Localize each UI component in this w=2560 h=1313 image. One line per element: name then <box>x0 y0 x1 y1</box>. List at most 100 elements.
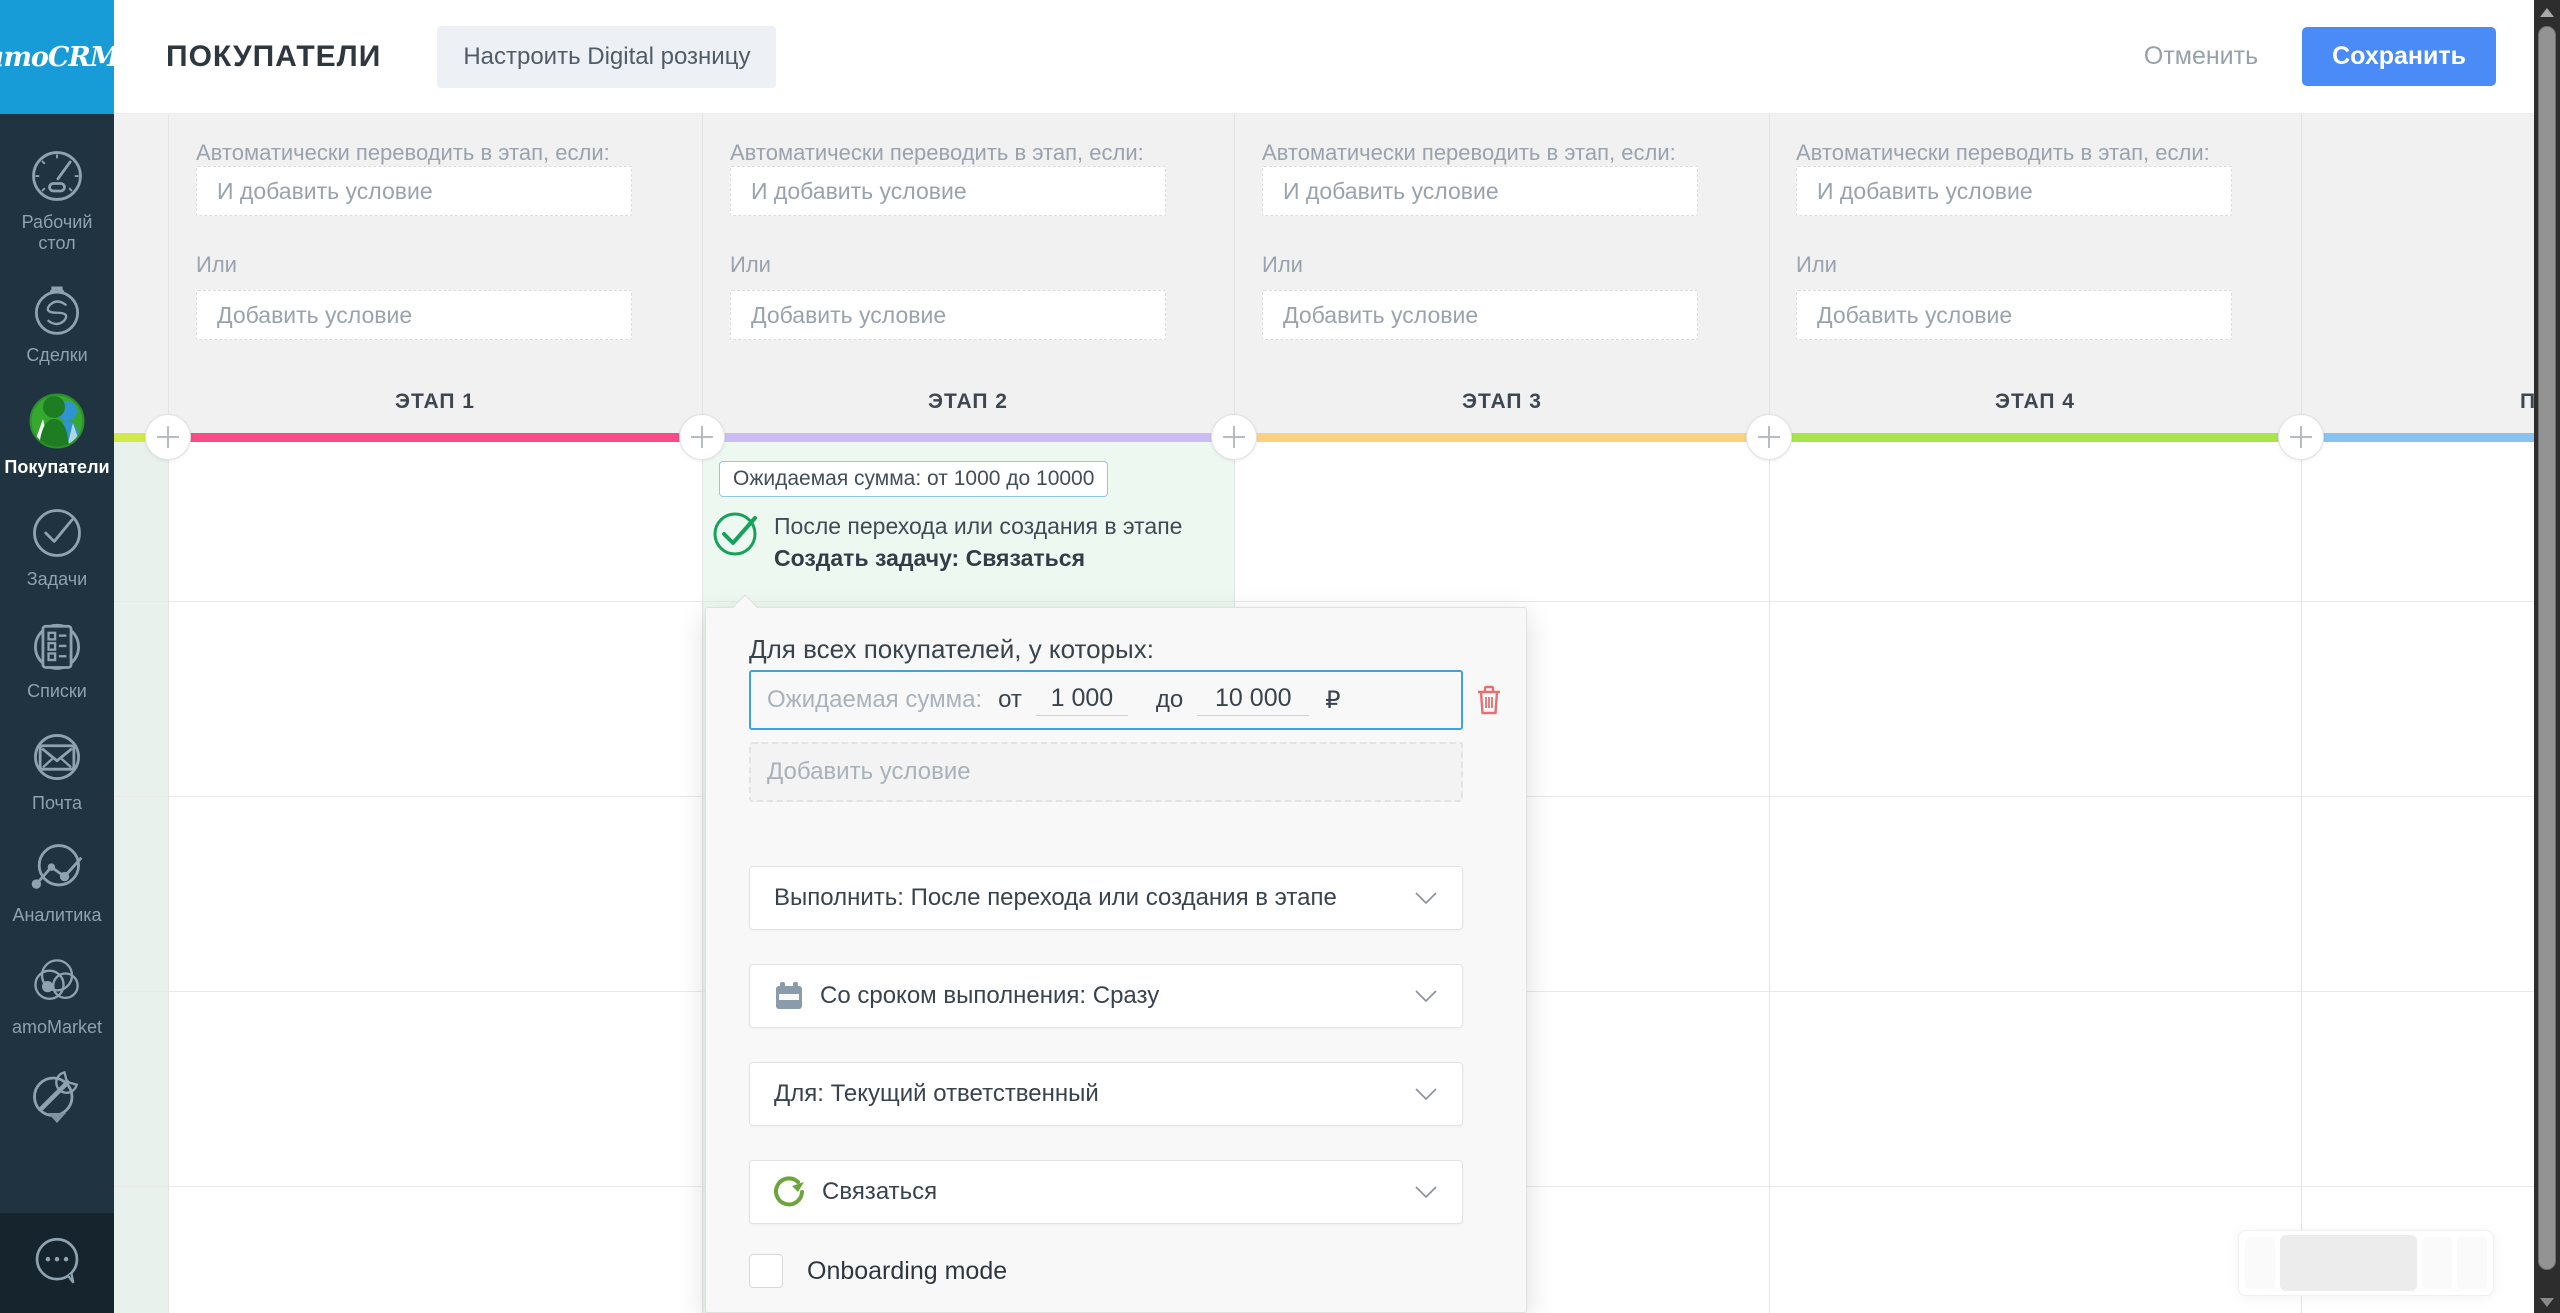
automation-trigger-text[interactable]: После перехода или создания в этапе <box>774 513 1182 540</box>
currency-symbol: ₽ <box>1325 686 1340 715</box>
sidebar-item-customers[interactable]: Покупатели <box>0 389 114 478</box>
task-type-dropdown[interactable]: Связаться <box>749 1160 1463 1224</box>
amocrm-logo-text: amoCRM. <box>0 42 127 73</box>
stage-title-3[interactable]: ЭТАП 3 <box>1462 390 1542 414</box>
sidebar-item-deals[interactable]: Сделки <box>0 277 114 366</box>
assignee-value: Для: Текущий ответственный <box>774 1080 1099 1108</box>
sidebar-item-settings[interactable] <box>0 1061 114 1123</box>
chevron-down-icon <box>1414 1178 1438 1206</box>
amocrm-logo[interactable]: amoCRM. <box>0 0 114 114</box>
scrollbar-thumb[interactable] <box>2538 26 2556 1270</box>
and-condition-input[interactable]: И добавить условие <box>1796 166 2232 216</box>
onboarding-mode-label: Onboarding mode <box>807 1257 1007 1286</box>
save-button[interactable]: Сохранить <box>2302 27 2496 86</box>
onboarding-mode-checkbox[interactable] <box>749 1254 783 1288</box>
task-type-value: Связаться <box>822 1178 937 1206</box>
or-condition-input[interactable]: Добавить условие <box>1796 290 2232 340</box>
stage-title-4[interactable]: ЭТАП 4 <box>1995 390 2075 414</box>
add-condition-button[interactable]: Добавить условие <box>749 742 1463 802</box>
mini-cell-group <box>2280 1235 2417 1291</box>
tasks-icon <box>25 501 89 565</box>
or-label: Или <box>730 252 771 278</box>
stage-column-5 <box>2301 442 2560 1313</box>
board-row-separator <box>114 601 2560 602</box>
add-stage-button[interactable] <box>1211 414 1257 460</box>
cancel-button[interactable]: Отменить <box>2144 42 2258 71</box>
sum-from-input[interactable]: 1 000 <box>1036 684 1128 716</box>
sidebar-item-label: Списки <box>27 681 87 702</box>
sidebar-item-label: Покупатели <box>4 457 109 478</box>
or-condition-input[interactable]: Добавить условие <box>196 290 632 340</box>
scrollbar-down-arrow-icon[interactable] <box>2540 1298 2554 1307</box>
analytics-icon <box>25 837 89 901</box>
deadline-dropdown[interactable]: Со сроком выполнения: Сразу <box>749 964 1463 1028</box>
sum-to-input[interactable]: 10 000 <box>1197 684 1309 716</box>
or-label: Или <box>1796 252 1837 278</box>
stage-line-5 <box>2301 433 2560 442</box>
and-condition-input[interactable]: И добавить условие <box>730 166 1166 216</box>
auto-transfer-label: Автоматически переводить в этап, если: <box>196 140 610 166</box>
execute-when-dropdown[interactable]: Выполнить: После перехода или создания в… <box>749 866 1463 930</box>
scrollbar-up-arrow-icon[interactable] <box>2540 8 2554 17</box>
pipeline-board: Автоматически переводить в этап, если: И… <box>114 114 2560 1313</box>
board-column-separator <box>2301 114 2302 1313</box>
sidebar-item-analytics[interactable]: Аналитика <box>0 837 114 926</box>
board-column-separator <box>702 114 703 1313</box>
follow-up-icon <box>774 1176 806 1208</box>
sidebar-item-lists[interactable]: Списки <box>0 613 114 702</box>
from-word: от <box>998 686 1022 714</box>
chat-icon[interactable] <box>28 1232 86 1295</box>
and-condition-input[interactable]: И добавить условие <box>196 166 632 216</box>
amomarket-icon <box>25 949 89 1013</box>
header-actions: Отменить Сохранить <box>2144 27 2496 86</box>
chevron-down-icon <box>1414 884 1438 912</box>
or-label: Или <box>196 252 237 278</box>
mini-cell <box>2245 1237 2275 1289</box>
execute-when-value: Выполнить: После перехода или создания в… <box>774 884 1337 912</box>
add-stage-button[interactable] <box>1746 414 1792 460</box>
stage-column-1 <box>168 442 702 1313</box>
assignee-dropdown[interactable]: Для: Текущий ответственный <box>749 1062 1463 1126</box>
sidebar-item-label: amoMarket <box>12 1017 102 1038</box>
or-condition-input[interactable]: Добавить условие <box>1262 290 1698 340</box>
board-column-separator <box>1769 114 1770 1313</box>
sidebar-item-label: Задачи <box>27 569 87 590</box>
mini-cell <box>2457 1237 2487 1289</box>
digital-setup-button[interactable]: Настроить Digital розницу <box>437 26 776 88</box>
or-condition-input[interactable]: Добавить условие <box>730 290 1166 340</box>
stage-line-4 <box>1769 433 2301 442</box>
stage-title-1[interactable]: ЭТАП 1 <box>395 390 475 414</box>
auto-transfer-label: Автоматически переводить в этап, если: <box>730 140 1144 166</box>
sidebar: amoCRM. Рабочий стол Сделк <box>0 0 114 1313</box>
page-title: ПОКУПАТЕЛИ <box>166 40 381 74</box>
condition-chip[interactable]: Ожидаемая сумма: от 1000 до 10000 <box>719 461 1108 497</box>
stage-column-4 <box>1769 442 2301 1313</box>
to-word: до <box>1156 686 1183 714</box>
sidebar-item-tasks[interactable]: Задачи <box>0 501 114 590</box>
sidebar-item-label: Аналитика <box>12 905 101 926</box>
condition-field-label: Ожидаемая сумма: <box>767 686 982 714</box>
task-settings-popover: Для всех покупателей, у которых: Ожидаем… <box>705 607 1527 1313</box>
auto-transfer-label: Автоматически переводить в этап, если: <box>1796 140 2210 166</box>
expected-sum-condition-row[interactable]: Ожидаемая сумма: от 1 000 до 10 000 ₽ <box>749 670 1463 730</box>
and-condition-input[interactable]: И добавить условие <box>1262 166 1698 216</box>
calendar-icon <box>774 981 804 1011</box>
add-stage-button[interactable] <box>145 414 191 460</box>
sidebar-item-label: Сделки <box>26 345 87 366</box>
chevron-down-icon <box>1414 1080 1438 1108</box>
trash-icon <box>1475 704 1503 719</box>
sidebar-item-mail[interactable]: Почта <box>0 725 114 814</box>
sidebar-item-amomarket[interactable]: amoMarket <box>0 949 114 1038</box>
customers-icon <box>25 389 89 453</box>
sidebar-item-dashboard[interactable]: Рабочий стол <box>0 144 114 254</box>
delete-condition-button[interactable] <box>1475 684 1503 719</box>
task-check-icon <box>710 506 762 563</box>
automation-action-text[interactable]: Создать задачу: Связаться <box>774 545 1085 572</box>
vertical-scrollbar[interactable] <box>2534 0 2560 1313</box>
board-column-separator <box>168 114 169 1313</box>
lists-icon <box>25 613 89 677</box>
stage-title-2[interactable]: ЭТАП 2 <box>928 390 1008 414</box>
mini-stage-navigator[interactable] <box>2238 1230 2494 1296</box>
add-stage-button[interactable] <box>679 414 725 460</box>
add-stage-button[interactable] <box>2278 414 2324 460</box>
